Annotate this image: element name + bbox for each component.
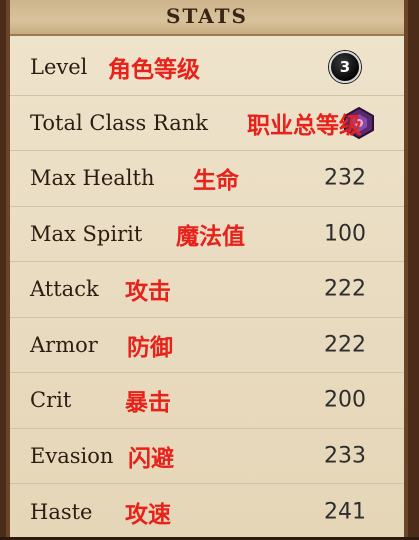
stat-annotation: 防御 (127, 334, 173, 361)
stat-value: 241 (324, 499, 366, 525)
stat-row-attack: Attack 攻击 222 (10, 262, 404, 318)
stat-annotation: 生命 (193, 168, 239, 195)
stat-value: 222 (324, 276, 366, 302)
stats-panel: STATS Level 角色等级 3 Total Class Rank 职业总等… (6, 0, 408, 537)
stat-label: Level (30, 55, 88, 80)
level-badge-icon: 3 (329, 51, 361, 84)
stat-label: Evasion (30, 443, 114, 468)
stat-value: 233 (324, 443, 366, 469)
stat-row-total-class-rank: Total Class Rank 职业总等级 (10, 96, 404, 151)
stat-row-max-spirit: Max Spirit 魔法值 100 (10, 207, 404, 262)
stat-value: 232 (324, 165, 366, 191)
stat-annotation: 闪避 (128, 445, 174, 472)
stat-row-max-health: Max Health 生命 232 (10, 151, 404, 207)
stat-row-evasion: Evasion 闪避 233 (10, 429, 404, 484)
stat-label: Attack (30, 277, 99, 302)
stat-annotation: 暴击 (125, 390, 171, 417)
stat-label: Max Spirit (30, 221, 143, 246)
stat-value: 222 (324, 332, 366, 358)
stat-row-level: Level 角色等级 3 (10, 40, 404, 96)
stat-row-haste: Haste 攻速 241 (10, 484, 404, 540)
stats-window: STATS Level 角色等级 3 Total Class Rank 职业总等… (0, 0, 419, 537)
stat-annotation: 职业总等级 (247, 112, 362, 139)
stat-row-crit: Crit 暴击 200 (10, 373, 404, 429)
stat-annotation: 攻击 (125, 279, 171, 306)
stat-label: Crit (30, 388, 72, 413)
panel-title: STATS (166, 4, 248, 28)
stat-annotation: 攻速 (125, 501, 171, 528)
stat-annotation: 魔法值 (176, 223, 245, 250)
stat-annotation: 角色等级 (108, 57, 200, 84)
stat-label: Armor (30, 332, 98, 357)
stat-value: 100 (324, 221, 366, 247)
stat-value: 200 (324, 387, 366, 413)
stat-label: Total Class Rank (30, 110, 208, 135)
stats-list: Level 角色等级 3 Total Class Rank 职业总等级 Max … (10, 40, 404, 540)
stat-label: Max Health (30, 166, 155, 191)
panel-header: STATS (10, 0, 404, 36)
stat-row-armor: Armor 防御 222 (10, 318, 404, 373)
stat-label: Haste (30, 499, 93, 524)
